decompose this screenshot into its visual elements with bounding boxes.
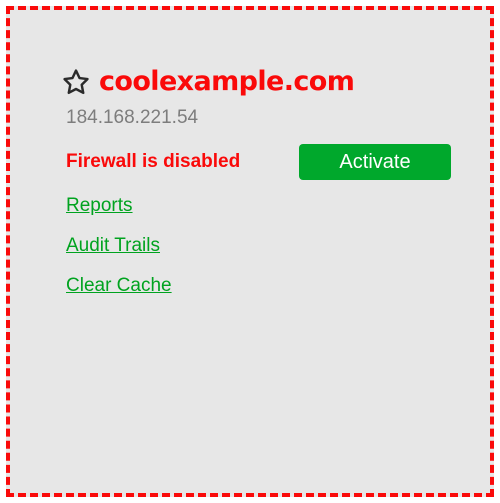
list-item: Clear Cache [66, 276, 478, 296]
brand-name: coolexample.com [99, 65, 355, 97]
server-ip-address: 184.168.221.54 [66, 107, 199, 128]
link-reports[interactable]: Reports [66, 195, 133, 216]
panel-content: coolexample.com 184.168.221.54 Firewall … [62, 64, 478, 316]
link-clear-cache[interactable]: Clear Cache [66, 275, 172, 296]
firewall-status-row: Firewall is disabled Activate [62, 144, 478, 182]
activate-button[interactable]: Activate [299, 144, 451, 180]
brand-row: coolexample.com [62, 64, 478, 98]
firewall-status-text: Firewall is disabled [66, 151, 241, 172]
link-audit-trails[interactable]: Audit Trails [66, 235, 160, 256]
star-outline-icon [63, 68, 89, 94]
list-item: Audit Trails [66, 236, 478, 256]
firewall-panel: coolexample.com 184.168.221.54 Firewall … [6, 6, 494, 497]
list-item: Reports [66, 196, 478, 216]
nav-link-list: Reports Audit Trails Clear Cache [66, 196, 478, 296]
